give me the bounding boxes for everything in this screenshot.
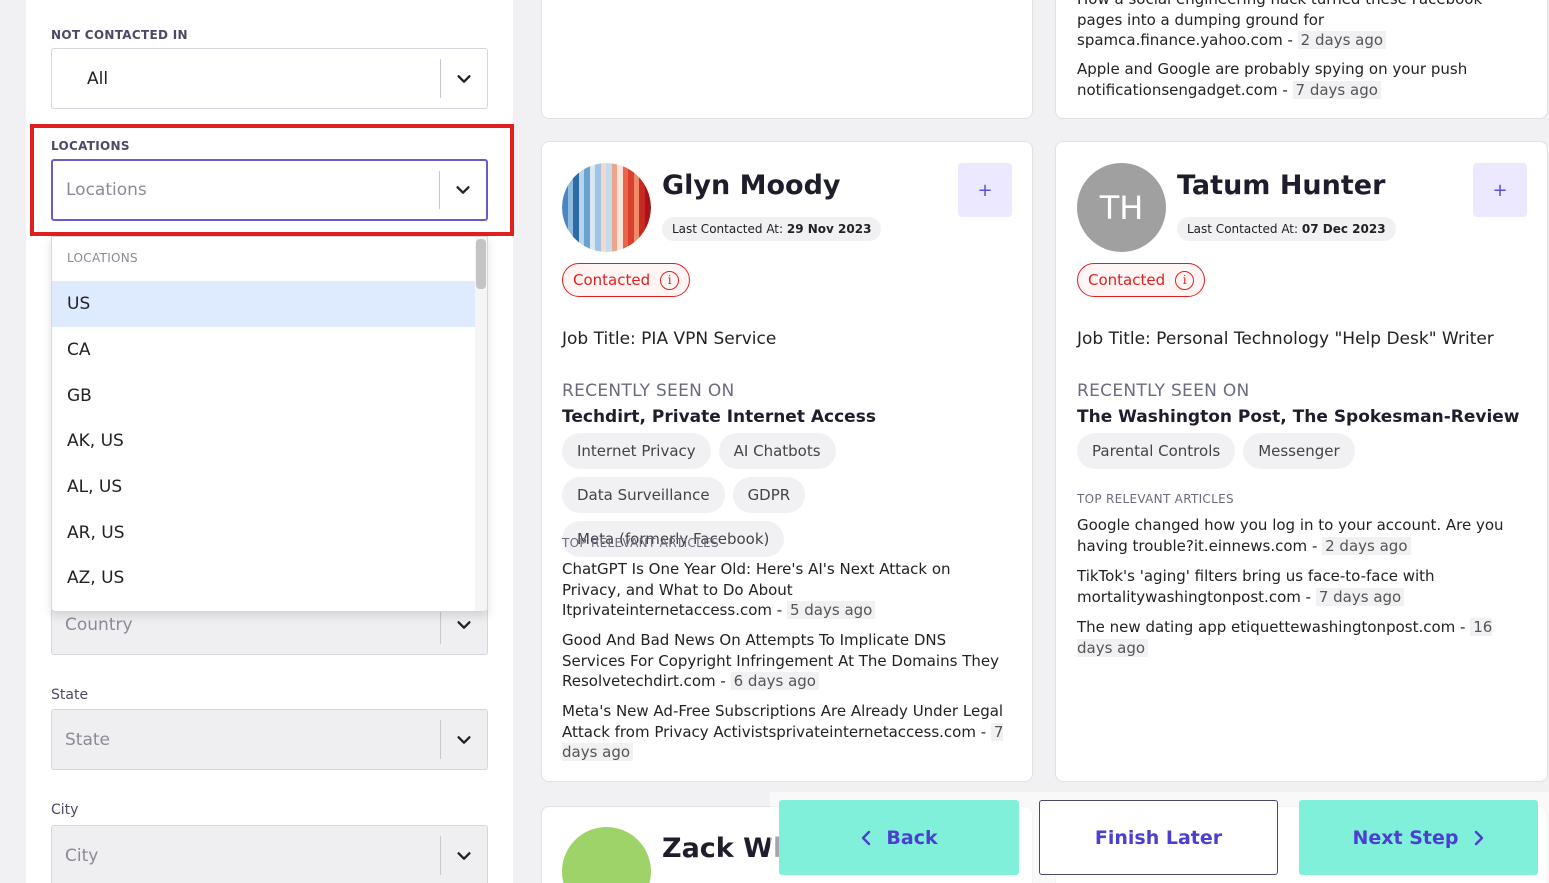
state-select[interactable]: State: [51, 709, 488, 770]
status-badge[interactable]: Contacted i: [1077, 263, 1206, 297]
status-label: Contacted: [1088, 271, 1166, 289]
avatar: ZW: [562, 827, 651, 883]
job-title: Job Title: PIA VPN Service: [562, 329, 777, 349]
add-contact-button[interactable]: +: [1473, 163, 1527, 217]
article-item[interactable]: TikTok's 'aging' filters bring us face-t…: [1077, 566, 1522, 607]
contact-card: TH Tatum Hunter Last Contacted At: 07 De…: [1055, 141, 1548, 782]
not-contacted-label: NOT CONTACTED IN: [51, 28, 188, 42]
country-placeholder: Country: [65, 615, 133, 635]
topic-tags: Parental Controls Messenger: [1077, 433, 1517, 469]
article-title: The new dating app etiquettewashingtonpo…: [1077, 618, 1456, 636]
chevron-right-icon: [1474, 830, 1483, 845]
topic-tag: Parental Controls: [1077, 433, 1236, 469]
avatar: TH: [1077, 163, 1166, 252]
article-ago: 2 days ago: [1297, 31, 1387, 49]
avatar: [562, 163, 651, 252]
chevron-down-icon[interactable]: [455, 847, 473, 865]
chevron-down-icon[interactable]: [455, 70, 473, 88]
job-title: Job Title: Personal Technology "Help Des…: [1077, 329, 1494, 349]
recently-seen-sites: The Washington Post, The Spokesman-Revie…: [1077, 407, 1520, 427]
article-title: ChatGPT Is One Year Old: Here's AI's Nex…: [562, 560, 951, 619]
top-articles-label: TOP RELEVANT ARTICLES: [1077, 492, 1234, 506]
article-title: How a social engineering hack turned the…: [1077, 0, 1482, 49]
dropdown-scroll-thumb[interactable]: [476, 239, 486, 289]
chevron-down-icon[interactable]: [455, 731, 473, 749]
article-title: Meta's New Ad-Free Subscriptions Are Alr…: [562, 702, 1004, 741]
select-separator: [440, 720, 441, 759]
last-contacted-label: Last Contacted At:: [1187, 222, 1299, 236]
city-label: City: [51, 802, 79, 818]
topic-tag: Messenger: [1243, 433, 1355, 469]
status-label: Contacted: [573, 271, 651, 289]
article-ago: 7 days ago: [1315, 587, 1405, 606]
info-icon[interactable]: i: [1175, 270, 1195, 290]
action-bar: Back Finish Later Next Step: [770, 792, 1549, 883]
article-item[interactable]: ChatGPT Is One Year Old: Here's AI's Nex…: [562, 559, 1007, 621]
location-option[interactable]: US: [52, 281, 477, 327]
article-ago: 2 days ago: [1322, 536, 1411, 555]
not-contacted-value: All: [87, 68, 109, 89]
topic-tag: Internet Privacy: [562, 433, 711, 469]
topic-tag: GDPR: [732, 477, 806, 513]
finish-later-button[interactable]: Finish Later: [1039, 800, 1278, 875]
locations-dropdown-menu: LOCATIONS US CA GB AK, US AL, US AR, US …: [51, 236, 488, 612]
contact-card-partial: [541, 0, 1033, 119]
article-item[interactable]: Meta's New Ad-Free Subscriptions Are Alr…: [562, 701, 1007, 763]
state-label: State: [51, 687, 89, 703]
next-step-button[interactable]: Next Step: [1299, 800, 1538, 875]
last-contacted-badge: Last Contacted At: 29 Nov 2023: [662, 217, 882, 241]
location-option[interactable]: AR, US: [52, 510, 477, 556]
article-title: Google changed how you log in to your ac…: [1077, 516, 1504, 555]
article-ago: 5 days ago: [786, 601, 876, 619]
last-contacted-date: 07 Dec 2023: [1301, 222, 1386, 236]
locations-highlight-box: [30, 124, 514, 236]
dropdown-scrollbar[interactable]: [475, 237, 487, 611]
status-badge[interactable]: Contacted i: [562, 263, 691, 297]
location-option[interactable]: AL, US: [52, 464, 477, 510]
recently-seen-label: RECENTLY SEEN ON: [1077, 381, 1250, 401]
last-contacted-badge: Last Contacted At: 07 Dec 2023: [1177, 217, 1396, 241]
next-step-label: Next Step: [1352, 826, 1459, 849]
back-label: Back: [886, 826, 938, 849]
location-option[interactable]: AZ, US: [52, 555, 477, 601]
not-contacted-select[interactable]: All: [51, 48, 488, 109]
article-ago: 6 days ago: [730, 672, 819, 690]
location-option[interactable]: GB: [52, 373, 477, 419]
location-option[interactable]: AK, US: [52, 418, 477, 464]
article-item[interactable]: How a social engineering hack turned the…: [1077, 0, 1527, 51]
topic-tag: AI Chatbots: [718, 433, 836, 469]
city-placeholder: City: [65, 845, 99, 866]
info-icon[interactable]: i: [660, 270, 680, 290]
contact-card-partial: How a social engineering hack turned the…: [1055, 0, 1548, 119]
finish-later-label: Finish Later: [1094, 826, 1223, 849]
contact-name[interactable]: Glyn Moody: [662, 170, 841, 201]
recently-seen-label: RECENTLY SEEN ON: [562, 381, 735, 401]
add-contact-button[interactable]: +: [958, 163, 1012, 217]
location-option[interactable]: CA: [52, 327, 477, 373]
last-contacted-date: 29 Nov 2023: [786, 222, 872, 236]
article-item[interactable]: Apple and Google are probably spying on …: [1077, 59, 1527, 100]
top-articles-label: TOP RELEVANT ARTICLES: [562, 536, 719, 550]
article-item[interactable]: Google changed how you log in to your ac…: [1077, 515, 1522, 556]
last-contacted-label: Last Contacted At:: [672, 222, 784, 236]
article-title: Apple and Google are probably spying on …: [1077, 60, 1468, 99]
contact-name[interactable]: Tatum Hunter: [1177, 170, 1385, 201]
recently-seen-sites: Techdirt, Private Internet Access: [562, 407, 876, 427]
contact-card: Glyn Moody Last Contacted At: 29 Nov 202…: [541, 141, 1033, 782]
city-select[interactable]: City: [51, 825, 488, 883]
chevron-down-icon[interactable]: [455, 616, 473, 634]
select-separator: [440, 59, 441, 98]
topic-tag: Data Surveillance: [562, 477, 725, 513]
state-placeholder: State: [65, 729, 110, 750]
article-item[interactable]: Good And Bad News On Attempts To Implica…: [562, 630, 1007, 692]
chevron-left-icon: [862, 830, 871, 845]
article-ago: 7 days ago: [1292, 80, 1381, 99]
dropdown-group-label: LOCATIONS: [67, 251, 138, 265]
select-separator: [440, 836, 441, 875]
back-button[interactable]: Back: [779, 800, 1019, 875]
article-item[interactable]: The new dating app etiquettewashingtonpo…: [1077, 617, 1522, 658]
